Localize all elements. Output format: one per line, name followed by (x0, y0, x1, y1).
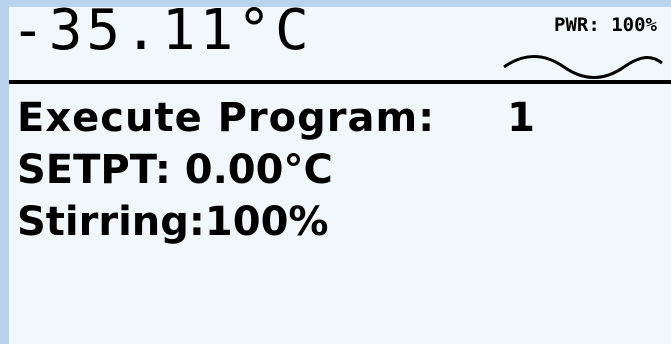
sine-wave-icon (503, 55, 663, 79)
program-number: 1 (507, 95, 536, 141)
program-line: Execute Program: 1 (17, 98, 535, 138)
power-readout: PWR: 100% (554, 14, 657, 36)
lcd-display: -35.11°C PWR: 100% Execute Program: 1 SET… (9, 3, 671, 344)
setpoint-line: SETPT: 0.00°C (17, 147, 333, 193)
header-divider (9, 80, 671, 84)
program-label: Execute Program: (17, 95, 436, 141)
current-temperature: -35.11°C (11, 0, 313, 63)
stirring-line: Stirring:100% (17, 199, 329, 245)
